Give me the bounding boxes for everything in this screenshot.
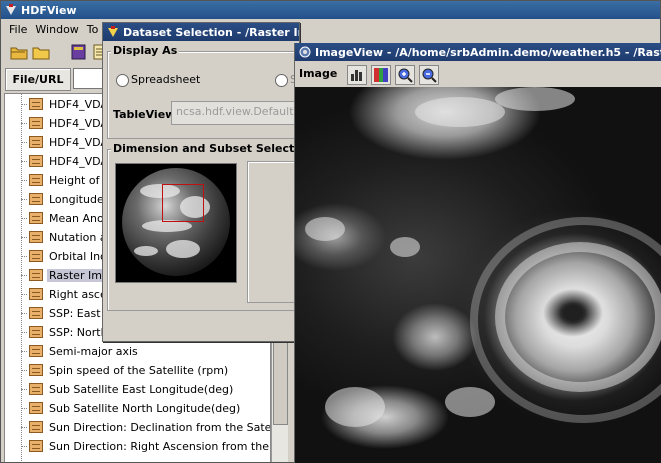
dataset-dialog-title: Dataset Selection - /Raster Image #0 <box>123 25 299 39</box>
dataset-selection-dialog: Dataset Selection - /Raster Image #0 Dis… <box>102 22 300 342</box>
attribute-table-icon <box>29 402 43 414</box>
dimension-controls-panel <box>247 161 299 303</box>
book-icon[interactable] <box>69 42 89 62</box>
zoom-out-icon[interactable] <box>419 65 439 85</box>
hurricane-outer-band <box>470 217 661 423</box>
attribute-table-icon <box>29 345 43 357</box>
tree-connector <box>21 255 27 257</box>
tableview-label: TableView: <box>113 108 180 121</box>
satellite-image[interactable] <box>295 87 661 463</box>
attribute-table-icon <box>29 212 43 224</box>
file-url-button[interactable]: File/URL <box>5 68 71 91</box>
tree-item[interactable]: Sun Direction: Declination from the Sate… <box>21 418 271 436</box>
main-menubar: File Window To <box>1 19 660 39</box>
tree-item-label: Semi-major axis <box>49 344 138 358</box>
tree-connector <box>21 426 27 428</box>
tree-item-label: Sub Satellite North Longitude(deg) <box>49 401 241 415</box>
attribute-table-icon <box>29 364 43 376</box>
attribute-table-icon <box>29 155 43 167</box>
attribute-table-icon <box>29 440 43 452</box>
attribute-table-icon <box>29 98 43 110</box>
tree-connector <box>21 236 27 238</box>
attribute-table-icon <box>29 136 43 148</box>
tree-connector <box>21 407 27 409</box>
attribute-table-icon <box>29 288 43 300</box>
spreadsheet-label: Spreadsheet <box>131 73 201 86</box>
tree-item[interactable]: Sun Direction: Right Ascension from the … <box>21 437 270 455</box>
tree-connector <box>21 122 27 124</box>
preview-image[interactable] <box>115 163 237 283</box>
tree-item-label: Spin speed of the Satellite (rpm) <box>49 363 229 377</box>
tree-connector <box>21 141 27 143</box>
tree-connector <box>21 274 27 276</box>
image-view-icon <box>299 46 311 58</box>
dataset-dialog-icon <box>107 26 119 38</box>
zoom-in-icon[interactable] <box>395 65 415 85</box>
tree-connector <box>21 103 27 105</box>
tree-connector <box>21 293 27 295</box>
open-folder-icon[interactable] <box>9 42 29 62</box>
tree-connector <box>21 350 27 352</box>
tree-scrollbar-thumb[interactable] <box>273 333 288 425</box>
subset-selection-box[interactable] <box>162 184 204 222</box>
attribute-table-icon <box>29 383 43 395</box>
image-menu[interactable]: Image <box>299 67 337 80</box>
menu-tools[interactable]: To <box>87 23 99 36</box>
tree-item[interactable]: Sub Satellite East Longitude(deg) <box>21 380 235 398</box>
attribute-table-icon <box>29 269 43 281</box>
attribute-table-icon <box>29 307 43 319</box>
display-as-group <box>107 51 299 139</box>
image-view-menubar: Image <box>295 62 661 86</box>
tree-connector <box>21 217 27 219</box>
tree-connector <box>21 445 27 447</box>
tree-item-label: Sun Direction: Right Ascension from the … <box>49 439 270 453</box>
image-view-window: ImageView - /A/home/srbAdmin.demo/weathe… <box>294 43 661 463</box>
hurricane-eye <box>563 305 583 321</box>
attribute-table-icon <box>29 250 43 262</box>
attribute-table-icon <box>29 421 43 433</box>
tree-connector <box>21 331 27 333</box>
attribute-table-icon <box>29 193 43 205</box>
menu-file[interactable]: File <box>9 23 27 36</box>
attribute-table-icon <box>29 174 43 186</box>
dataset-dialog-title-bar[interactable]: Dataset Selection - /Raster Image #0 <box>103 23 299 41</box>
image-view-title-bar[interactable]: ImageView - /A/home/srbAdmin.demo/weathe… <box>295 43 661 61</box>
folder-icon[interactable] <box>31 42 51 62</box>
attribute-table-icon <box>29 231 43 243</box>
tree-item[interactable]: Sub Satellite North Longitude(deg) <box>21 399 242 417</box>
hdfview-app-icon <box>5 4 17 16</box>
main-title-text: HDFView <box>21 3 77 17</box>
menu-window[interactable]: Window <box>35 23 78 36</box>
tree-connector <box>21 179 27 181</box>
tableview-select[interactable]: ncsa.hdf.view.DefaultTable <box>171 101 299 125</box>
tree-item-label: Sun Direction: Declination from the Sate… <box>49 420 271 434</box>
tree-item[interactable]: Semi-major axis <box>21 342 140 360</box>
attribute-table-icon <box>29 326 43 338</box>
tree-connector <box>21 388 27 390</box>
dimension-subset-label: Dimension and Subset Selection <box>111 142 299 155</box>
main-title-bar[interactable]: HDFView <box>1 1 660 19</box>
tree-connector <box>21 198 27 200</box>
display-as-label: Display As <box>111 44 180 57</box>
spreadsheet-radio[interactable] <box>116 74 129 87</box>
second-display-radio[interactable] <box>275 74 288 87</box>
tree-item-label: Sub Satellite East Longitude(deg) <box>49 382 234 396</box>
histogram-icon[interactable] <box>347 65 367 85</box>
tree-connector <box>21 160 27 162</box>
image-view-title: ImageView - /A/home/srbAdmin.demo/weathe… <box>315 45 661 59</box>
tree-item[interactable]: Spin speed of the Satellite (rpm) <box>21 361 230 379</box>
tree-connector <box>21 369 27 371</box>
tree-connector <box>21 312 27 314</box>
attribute-table-icon <box>29 117 43 129</box>
palette-icon[interactable] <box>371 65 391 85</box>
